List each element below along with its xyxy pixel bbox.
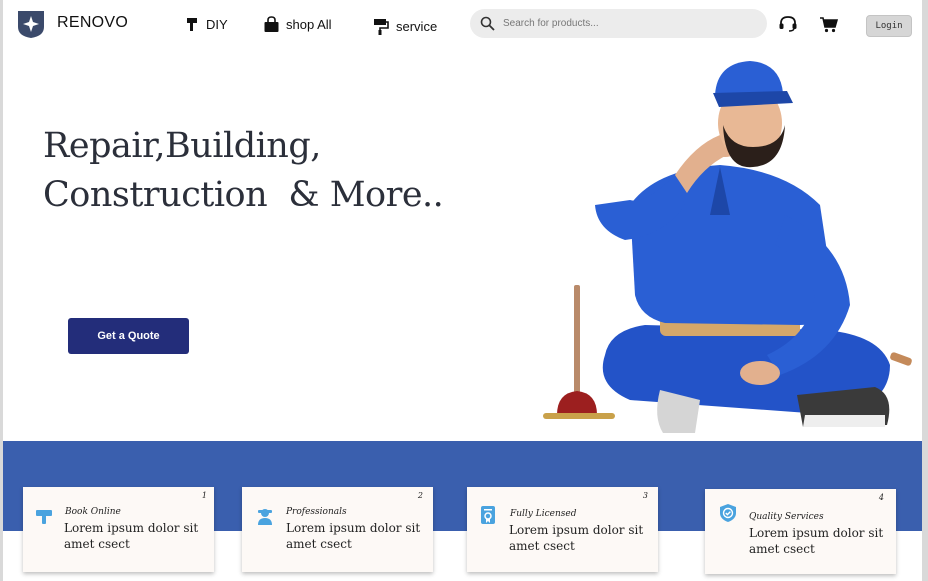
nav-shop-all-label: shop All — [286, 17, 332, 32]
nav-service-label: service — [396, 19, 438, 34]
paint-roller-service-icon — [374, 19, 389, 35]
feature-description: Lorem ipsum dolor sit amet csect — [286, 521, 421, 551]
headset-icon — [779, 16, 797, 32]
search-input[interactable] — [503, 18, 753, 29]
hero-title-line-2: Construction & More.. — [43, 175, 444, 215]
wrench-icon — [36, 510, 52, 524]
feature-title: Professionals — [286, 507, 347, 517]
nav-diy[interactable]: DIY — [186, 16, 228, 32]
feature-description: Lorem ipsum dolor sit amet csect — [749, 526, 884, 556]
nav-service[interactable]: service — [373, 18, 437, 35]
feature-number: 4 — [878, 493, 884, 502]
support-button[interactable] — [777, 13, 799, 35]
feature-title: Fully Licensed — [510, 509, 577, 519]
feature-number: 2 — [417, 491, 423, 500]
feature-number: 1 — [201, 491, 207, 500]
shopping-bag-icon — [264, 16, 279, 32]
shield-check-icon — [720, 504, 736, 522]
certificate-icon — [481, 506, 495, 524]
feature-card-book-online[interactable]: 1 Book Online Lorem ipsum dolor sit amet… — [23, 487, 214, 572]
feature-card-quality-services[interactable]: 4 Quality Services Lorem ipsum dolor sit… — [705, 489, 896, 574]
feature-description: Lorem ipsum dolor sit amet csect — [64, 521, 199, 551]
feature-description: Lorem ipsum dolor sit amet csect — [509, 523, 644, 553]
get-a-quote-button[interactable]: Get a Quote — [68, 318, 189, 354]
nav-shop-all[interactable]: shop All — [263, 16, 332, 33]
search-bar[interactable] — [470, 9, 767, 38]
login-button[interactable]: Login — [866, 15, 912, 37]
page: RENOVO DIY shop All service Search for p… — [0, 0, 928, 581]
brand-name[interactable]: RENOVO — [57, 14, 128, 32]
hero-title-line-1: Repair,Building, — [43, 126, 321, 166]
paint-roller-icon — [187, 18, 197, 31]
site-header: RENOVO DIY shop All service Search for p… — [3, 0, 922, 52]
window-edge-right — [922, 0, 928, 581]
worker-icon — [258, 509, 272, 525]
plumber-hero-image — [543, 61, 912, 433]
hero-title: Repair,Building, Construction & More.. — [43, 122, 444, 220]
logo-icon[interactable] — [16, 9, 46, 39]
cart-button[interactable] — [817, 13, 839, 35]
feature-number: 3 — [642, 491, 648, 500]
feature-card-fully-licensed[interactable]: 3 Fully Licensed Lorem ipsum dolor sit a… — [467, 487, 658, 572]
search-icon[interactable] — [480, 16, 495, 31]
feature-title: Book Online — [65, 507, 121, 517]
feature-title: Quality Services — [749, 512, 824, 522]
nav-diy-label: DIY — [206, 16, 228, 32]
feature-card-professionals[interactable]: 2 Professionals Lorem ipsum dolor sit am… — [242, 487, 433, 572]
cart-icon — [819, 16, 838, 32]
